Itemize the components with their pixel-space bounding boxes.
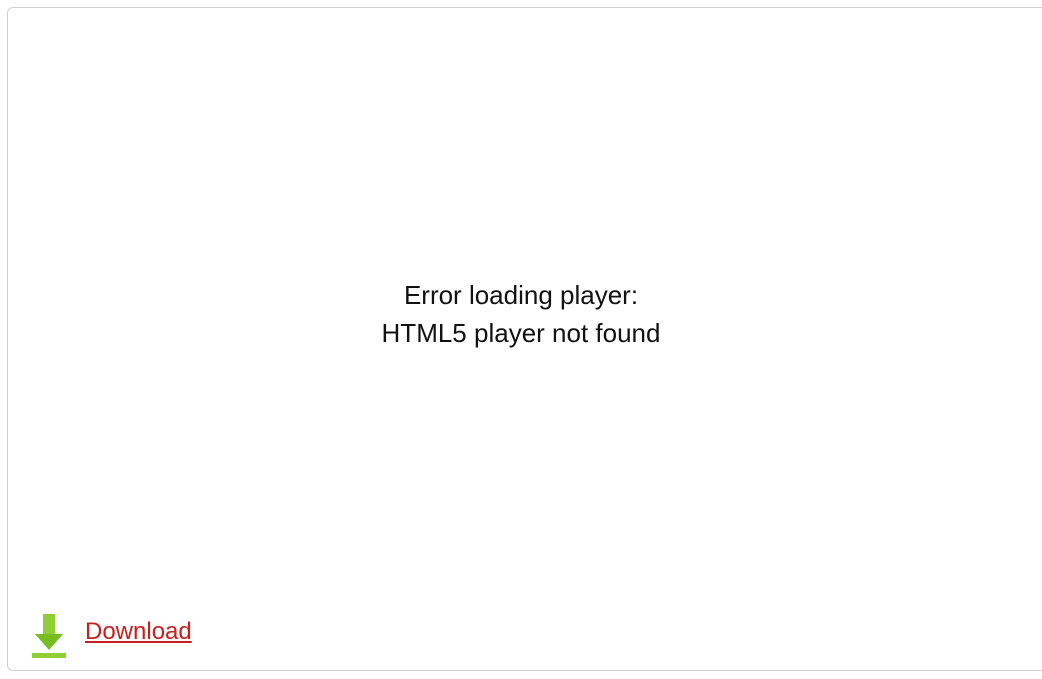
download-arrow-icon[interactable] bbox=[31, 613, 67, 659]
download-link[interactable]: Download bbox=[85, 618, 192, 646]
error-detail: HTML5 player not found bbox=[381, 318, 661, 348]
player-error-message: Error loading player: HTML5 player not f… bbox=[0, 276, 1042, 352]
download-area: Download bbox=[31, 611, 192, 661]
error-title: Error loading player: bbox=[403, 280, 639, 310]
